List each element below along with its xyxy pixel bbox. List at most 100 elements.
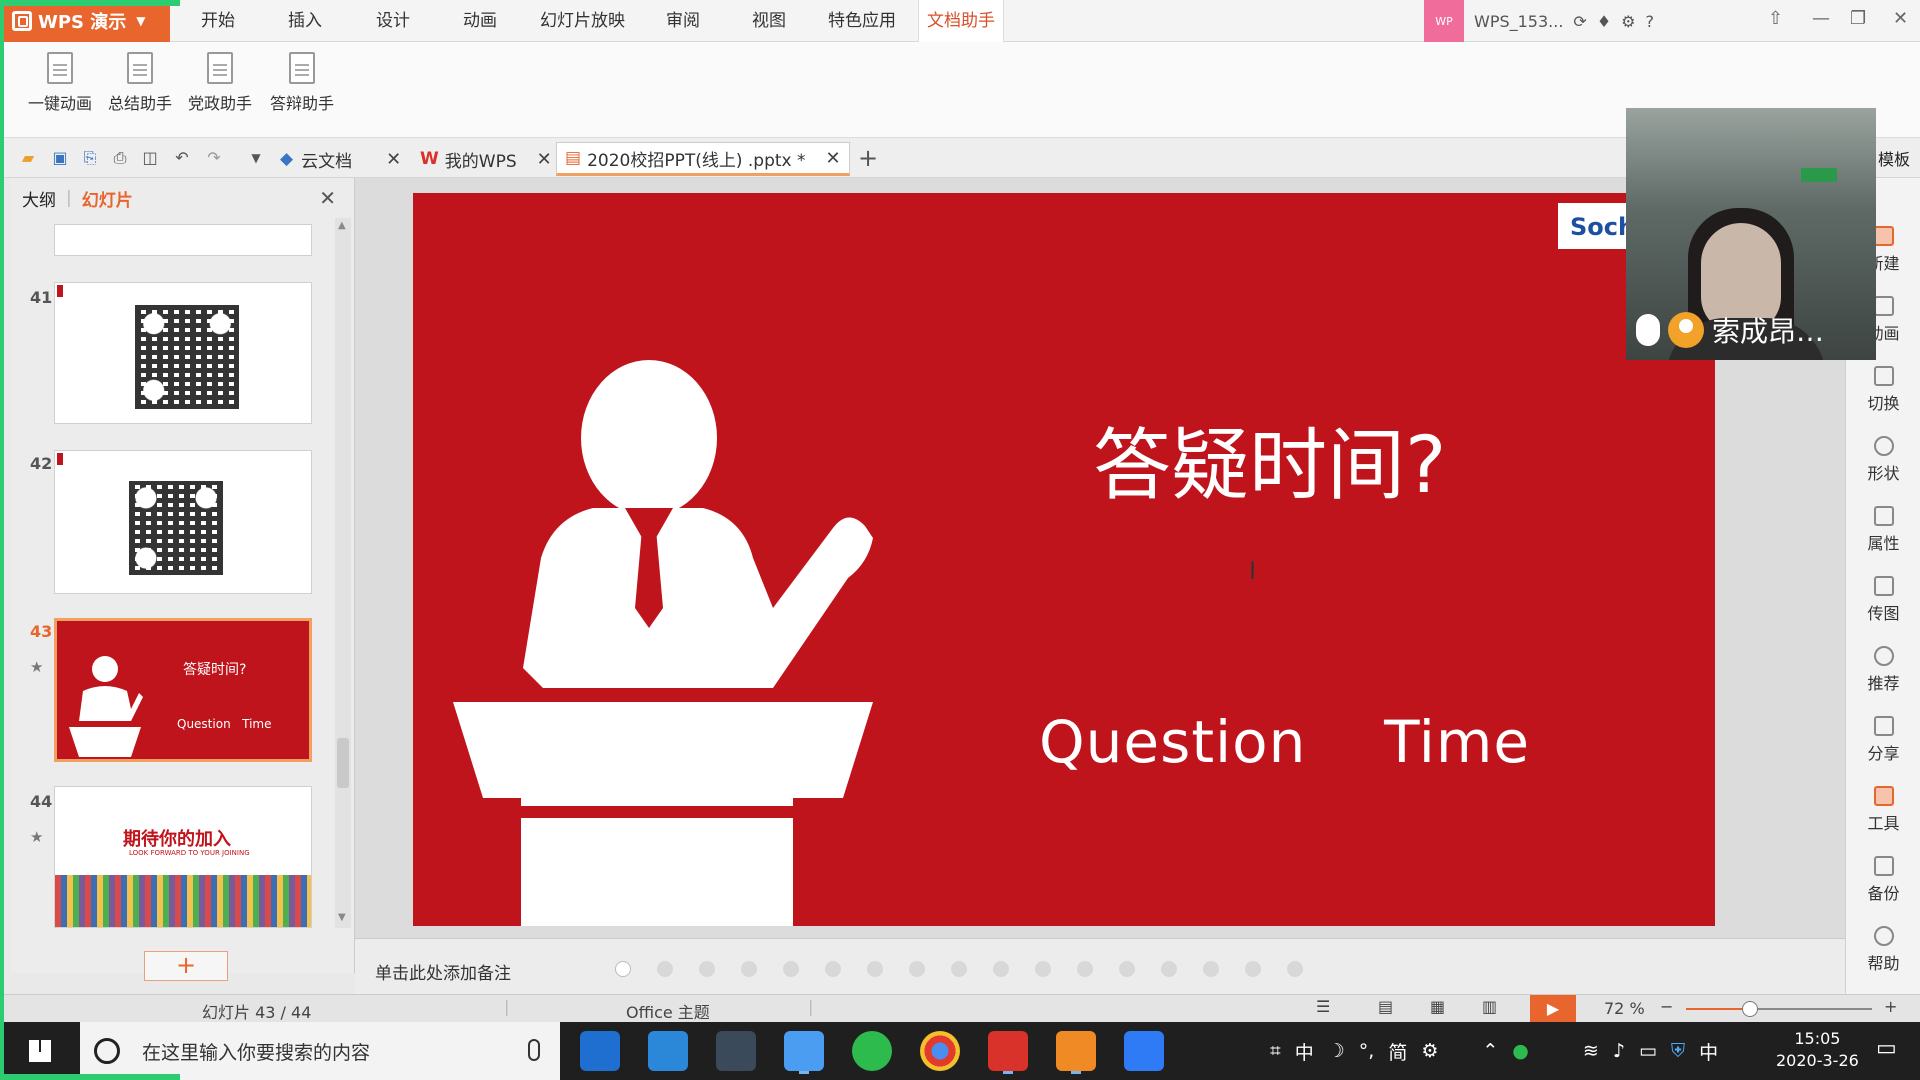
share-button[interactable]: 分享 bbox=[1846, 716, 1920, 764]
page-dot[interactable] bbox=[1161, 961, 1177, 977]
notes-placeholder[interactable]: 单击此处添加备注 bbox=[375, 959, 511, 984]
new-tab-icon[interactable]: + bbox=[858, 146, 878, 170]
help-icon[interactable]: ? bbox=[1646, 12, 1655, 31]
preview-icon[interactable]: ◫ bbox=[140, 148, 160, 168]
volume-icon[interactable]: ♪ bbox=[1613, 1040, 1625, 1062]
chrome-icon[interactable] bbox=[920, 1031, 960, 1071]
page-dot[interactable] bbox=[657, 961, 673, 977]
menu-animation[interactable]: 动画 bbox=[463, 0, 497, 42]
page-dot[interactable] bbox=[741, 961, 757, 977]
page-dot[interactable] bbox=[1203, 961, 1219, 977]
skin-icon[interactable]: ♦ bbox=[1597, 12, 1611, 31]
sorter-view-icon[interactable]: ▦ bbox=[1430, 997, 1445, 1016]
wps-presentation-icon[interactable] bbox=[1056, 1031, 1096, 1071]
close-icon[interactable]: ✕ bbox=[826, 148, 841, 169]
zoom-in-icon[interactable]: + bbox=[1884, 997, 1897, 1016]
menu-design[interactable]: 设计 bbox=[376, 0, 410, 42]
page-dot[interactable] bbox=[867, 961, 883, 977]
slide-thumbnail-43-selected[interactable]: 答疑时间? Question Time bbox=[54, 618, 312, 762]
zoom-thumb[interactable] bbox=[1742, 1001, 1758, 1017]
notification-icon[interactable]: ▭ bbox=[1876, 1036, 1897, 1061]
help-button[interactable]: 帮助 bbox=[1846, 926, 1920, 974]
more-templates-label[interactable]: 模板 bbox=[1878, 146, 1910, 170]
print-icon[interactable]: ⎙ bbox=[110, 148, 130, 168]
menu-doc-assistant[interactable]: 文档助手 bbox=[918, 0, 1004, 42]
wifi-icon[interactable]: ≋ bbox=[1583, 1040, 1599, 1062]
summary-assistant-button[interactable]: 总结助手 bbox=[100, 52, 180, 114]
zoom-out-icon[interactable]: − bbox=[1660, 997, 1673, 1016]
page-dot[interactable] bbox=[909, 961, 925, 977]
notes-toggle-icon[interactable]: ☰ bbox=[1316, 997, 1330, 1016]
tools-button[interactable]: 工具 bbox=[1846, 786, 1920, 834]
tab-current-document[interactable]: ▤ 2020校招PPT(线上) .pptx * ✕ bbox=[556, 142, 850, 176]
menu-slideshow[interactable]: 幻灯片放映 bbox=[540, 0, 625, 42]
taskbar-search[interactable]: 在这里输入你要搜索的内容 bbox=[80, 1022, 560, 1080]
slide-thumbnail-41[interactable] bbox=[54, 282, 312, 424]
scroll-thumb[interactable] bbox=[337, 738, 349, 788]
ime-settings-icon[interactable]: ⚙ bbox=[1421, 1040, 1438, 1062]
close-icon[interactable]: ✕ bbox=[386, 149, 401, 170]
tab-outline[interactable]: 大纲 bbox=[22, 186, 56, 211]
page-dot[interactable] bbox=[1119, 961, 1135, 977]
store-icon[interactable] bbox=[716, 1031, 756, 1071]
page-dot[interactable] bbox=[1077, 961, 1093, 977]
security-shield-icon[interactable]: ⛨ bbox=[1671, 1040, 1685, 1062]
page-dot[interactable] bbox=[783, 961, 799, 977]
redo-icon[interactable]: ↷ bbox=[204, 148, 224, 168]
slide-thumbnail-42[interactable] bbox=[54, 450, 312, 594]
tab-slides[interactable]: 幻灯片 bbox=[82, 186, 133, 211]
wechat-tray-icon[interactable]: ● bbox=[1512, 1040, 1529, 1062]
one-key-animation-button[interactable]: 一键动画 bbox=[20, 52, 100, 114]
close-icon[interactable]: ✕ bbox=[537, 149, 552, 170]
tab-my-wps[interactable]: W 我的WPS ✕ bbox=[420, 142, 552, 176]
close-window-icon[interactable]: ✕ bbox=[1893, 8, 1908, 29]
app-menu-button[interactable]: WPS 演示 ▼ bbox=[0, 0, 170, 42]
tab-cloud-docs[interactable]: ◆ 云文档 ✕ bbox=[280, 142, 401, 176]
minimize-icon[interactable]: — bbox=[1812, 8, 1830, 29]
zoom-level[interactable]: 72 % bbox=[1604, 999, 1645, 1018]
current-slide[interactable]: 答疑时间? Question Time Soch bbox=[413, 193, 1715, 926]
account-name[interactable]: WPS_153... bbox=[1474, 12, 1563, 31]
start-button[interactable] bbox=[0, 1022, 80, 1080]
page-dot[interactable] bbox=[951, 961, 967, 977]
feishu-icon[interactable] bbox=[784, 1031, 824, 1071]
restore-icon[interactable]: ❐ bbox=[1850, 8, 1866, 29]
upload-icon[interactable]: ⇧ bbox=[1768, 8, 1783, 29]
menu-review[interactable]: 审阅 bbox=[666, 0, 700, 42]
reading-view-icon[interactable]: ▥ bbox=[1482, 997, 1497, 1016]
export-icon[interactable]: ⎘ bbox=[80, 148, 100, 168]
tray-expand-icon[interactable]: ⌃ bbox=[1482, 1040, 1498, 1062]
menu-home[interactable]: 开始 bbox=[201, 0, 235, 42]
microphone-icon[interactable] bbox=[528, 1039, 540, 1061]
edge-browser-icon[interactable] bbox=[580, 1031, 620, 1071]
ime-tray-label[interactable]: 中 bbox=[1699, 1038, 1718, 1065]
meeting-app-icon[interactable] bbox=[1124, 1031, 1164, 1071]
properties-button[interactable]: 属性 bbox=[1846, 506, 1920, 554]
page-dot[interactable] bbox=[993, 961, 1009, 977]
page-dot[interactable] bbox=[699, 961, 715, 977]
panel-scrollbar[interactable]: ▲ ▼ bbox=[335, 218, 351, 928]
ime-language[interactable]: 中 bbox=[1295, 1038, 1314, 1065]
settings-icon[interactable]: ⚙ bbox=[1621, 12, 1635, 31]
open-folder-icon[interactable]: ▰ bbox=[18, 148, 38, 168]
shape-button[interactable]: 形状 bbox=[1846, 436, 1920, 484]
menu-view[interactable]: 视图 bbox=[752, 0, 786, 42]
scroll-down-icon[interactable]: ▼ bbox=[338, 912, 346, 923]
mail-icon[interactable] bbox=[648, 1031, 688, 1071]
keyboard-grid-icon[interactable]: ⌗ bbox=[1270, 1040, 1281, 1062]
page-dot[interactable] bbox=[1287, 961, 1303, 977]
undo-icon[interactable]: ↶ bbox=[172, 148, 192, 168]
dropdown-icon[interactable]: ▼ bbox=[246, 148, 266, 168]
page-dot[interactable] bbox=[1035, 961, 1051, 977]
page-dot[interactable] bbox=[1245, 961, 1261, 977]
transition-button[interactable]: 切换 bbox=[1846, 366, 1920, 414]
punctuation-icon[interactable]: °, bbox=[1359, 1040, 1375, 1062]
slide-thumbnail-40[interactable] bbox=[54, 224, 312, 256]
play-slideshow-icon[interactable]: ▶ bbox=[1530, 995, 1576, 1023]
page-dot-active[interactable] bbox=[615, 961, 631, 977]
clock[interactable]: 15:05 2020-3-26 bbox=[1776, 1028, 1859, 1072]
close-panel-icon[interactable]: ✕ bbox=[319, 186, 336, 210]
account-badge[interactable]: WP bbox=[1424, 0, 1464, 42]
wechat-icon[interactable] bbox=[852, 1031, 892, 1071]
recommend-button[interactable]: 推荐 bbox=[1846, 646, 1920, 694]
